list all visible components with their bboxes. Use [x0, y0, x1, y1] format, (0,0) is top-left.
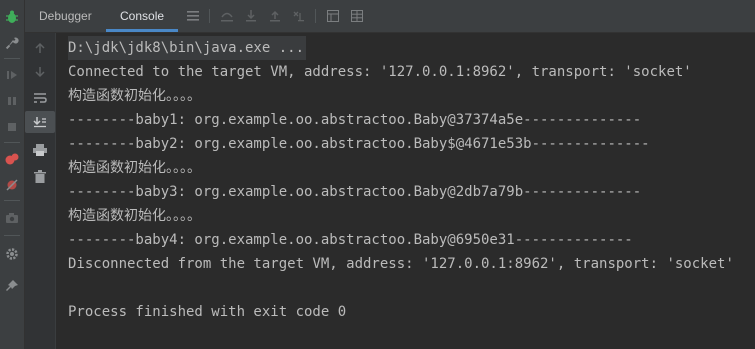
- tab-console[interactable]: Console: [106, 0, 179, 32]
- console-line: 构造函数初始化。。。。: [68, 208, 201, 224]
- console-line: 构造函数初始化。。。。: [68, 160, 201, 176]
- stop-icon[interactable]: [0, 116, 24, 138]
- step-over-icon[interactable]: [217, 6, 237, 26]
- tool-window-tab-bar: Debugger Console: [25, 0, 755, 33]
- console-line: --------baby2: org.example.oo.abstractoo…: [68, 136, 650, 152]
- up-arrow-icon[interactable]: [25, 37, 55, 59]
- menu-icon[interactable]: [183, 6, 203, 26]
- tab-label: Console: [120, 9, 165, 23]
- down-arrow-icon[interactable]: [25, 61, 55, 83]
- console-line: Disconnected from the target VM, address…: [68, 256, 734, 272]
- resume-icon[interactable]: [0, 64, 24, 86]
- tab-debugger[interactable]: Debugger: [25, 0, 106, 32]
- divider: [4, 235, 20, 236]
- mute-breakpoints-icon[interactable]: [0, 174, 24, 196]
- trash-icon[interactable]: [25, 165, 55, 187]
- camera-icon[interactable]: [0, 207, 24, 229]
- step-into-icon[interactable]: [241, 6, 261, 26]
- bug-icon[interactable]: [0, 6, 24, 28]
- debug-tool-strip: [0, 0, 25, 349]
- console-gutter-toolbar: [25, 33, 56, 349]
- pause-icon[interactable]: [0, 90, 24, 112]
- console-line: --------baby4: org.example.oo.abstractoo…: [68, 232, 633, 248]
- exit-line: Process finished with exit code 0: [68, 304, 347, 320]
- divider: [4, 200, 20, 201]
- step-cursor-icon[interactable]: [289, 6, 309, 26]
- pin-icon[interactable]: [0, 275, 24, 297]
- divider: [315, 9, 316, 23]
- console-line: --------baby3: org.example.oo.abstractoo…: [68, 184, 642, 200]
- console-line: --------baby1: org.example.oo.abstractoo…: [68, 112, 642, 128]
- divider: [4, 58, 20, 59]
- print-icon[interactable]: [25, 139, 55, 161]
- divider: [4, 142, 20, 143]
- divider: [209, 9, 210, 23]
- console-line: Connected to the target VM, address: '12…: [68, 64, 692, 80]
- table-icon[interactable]: [323, 6, 343, 26]
- step-out-icon[interactable]: [265, 6, 285, 26]
- settings-icon[interactable]: [0, 243, 24, 265]
- scroll-to-end-icon[interactable]: [25, 111, 55, 133]
- grid-icon[interactable]: [347, 6, 367, 26]
- wrench-icon[interactable]: [0, 32, 24, 54]
- view-breakpoints-icon[interactable]: [0, 148, 24, 170]
- console-output[interactable]: D:\jdk\jdk8\bin\java.exe ... Connected t…: [68, 36, 755, 349]
- soft-wrap-icon[interactable]: [25, 87, 55, 109]
- tab-label: Debugger: [39, 9, 92, 23]
- console-line: 构造函数初始化。。。。: [68, 88, 201, 104]
- command-line[interactable]: D:\jdk\jdk8\bin\java.exe ...: [68, 36, 307, 60]
